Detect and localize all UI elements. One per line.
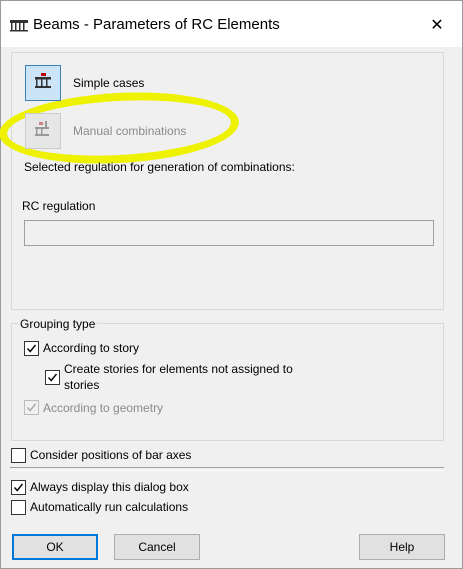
manual-combinations-button[interactable] — [25, 113, 61, 149]
create-stories-checkbox[interactable] — [45, 370, 60, 385]
beam-app-icon — [9, 18, 29, 32]
create-stories-label-cont[interactable]: stories — [64, 378, 99, 392]
check-icon — [47, 373, 58, 382]
rc-regulation-label: RC regulation — [22, 199, 96, 213]
simple-cases-label[interactable]: Simple cases — [73, 76, 144, 90]
create-stories-label[interactable]: Create stories for elements not assigned… — [64, 362, 293, 376]
regulation-caption: Selected regulation for generation of co… — [24, 160, 295, 174]
according-to-geometry-label: According to geometry — [43, 401, 164, 415]
rc-regulation-field — [24, 220, 434, 246]
manual-combinations-label: Manual combinations — [73, 124, 187, 138]
separator — [10, 467, 444, 471]
always-display-checkbox[interactable] — [11, 480, 26, 495]
cancel-button[interactable]: Cancel — [114, 534, 200, 560]
auto-run-label[interactable]: Automatically run calculations — [30, 500, 188, 514]
cases-panel — [11, 52, 444, 310]
simple-cases-icon — [33, 72, 53, 94]
according-to-story-checkbox[interactable] — [24, 341, 39, 356]
dialog-window: Beams - Parameters of RC Elements ✕ Simp… — [0, 0, 463, 569]
bar-axes-checkbox[interactable] — [11, 448, 26, 463]
cancel-button-label: Cancel — [138, 540, 176, 554]
bar-axes-label[interactable]: Consider positions of bar axes — [30, 448, 191, 462]
according-to-story-label[interactable]: According to story — [43, 341, 139, 355]
always-display-label[interactable]: Always display this dialog box — [30, 480, 189, 494]
check-icon — [13, 483, 24, 492]
check-icon — [26, 403, 37, 412]
according-to-geometry-checkbox — [24, 400, 39, 415]
check-icon — [26, 344, 37, 353]
close-button[interactable]: ✕ — [419, 10, 455, 40]
ok-button-label: OK — [46, 540, 64, 554]
auto-run-checkbox[interactable] — [11, 500, 26, 515]
simple-cases-button[interactable] — [25, 65, 61, 101]
title-bar: Beams - Parameters of RC Elements ✕ — [1, 1, 462, 47]
close-icon: ✕ — [430, 17, 444, 34]
window-title: Beams - Parameters of RC Elements — [33, 16, 280, 33]
manual-combinations-icon — [33, 120, 53, 142]
ok-button[interactable]: OK — [12, 534, 98, 560]
help-button[interactable]: Help — [359, 534, 445, 560]
help-button-label: Help — [389, 540, 415, 554]
grouping-type-title: Grouping type — [18, 317, 98, 331]
